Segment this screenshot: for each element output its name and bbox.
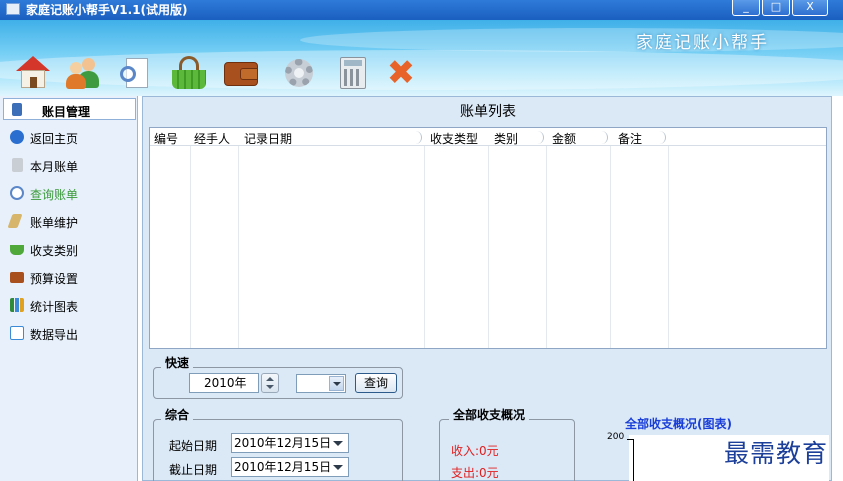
- column-divider: [190, 128, 191, 348]
- sidebar-item-label: 本月账单: [30, 160, 79, 174]
- users-icon[interactable]: [66, 56, 100, 90]
- sidebar-item-monthly-bill[interactable]: 本月账单: [6, 154, 134, 176]
- chart-y-tick-label: 200: [607, 432, 625, 442]
- sidebar-item-label: 收支类别: [30, 244, 79, 258]
- maximize-button[interactable]: □: [762, 0, 790, 16]
- ledger-icon: [12, 103, 22, 116]
- end-date-label: 截止日期: [169, 463, 218, 477]
- bill-table[interactable]: 编号 经手人 记录日期 收支类型 类别 金额 备注: [149, 127, 827, 349]
- calculator-icon[interactable]: [336, 56, 370, 90]
- gear-icon[interactable]: [282, 56, 316, 90]
- basket-icon[interactable]: [172, 56, 206, 90]
- sidebar-item-label: 查询账单: [30, 188, 79, 202]
- sidebar-item-budget[interactable]: 预算设置: [6, 266, 134, 288]
- bill-list-title: 账单列表: [460, 104, 516, 120]
- search-icon[interactable]: [120, 56, 154, 90]
- window-title: 家庭记账小帮手V1.1(试用版): [26, 3, 188, 17]
- sidebar-item-label: 账单维护: [30, 216, 79, 230]
- wallet-icon: [10, 272, 24, 283]
- column-header-id[interactable]: 编号: [154, 130, 178, 147]
- header-separator: [644, 131, 666, 144]
- start-date-picker[interactable]: 2010年12月15日: [231, 433, 349, 453]
- column-header-remark[interactable]: 备注: [618, 130, 642, 147]
- spin-down-icon[interactable]: [266, 385, 274, 389]
- sidebar-item-label: 预算设置: [30, 272, 79, 286]
- column-divider: [238, 128, 239, 348]
- column-header-date[interactable]: 记录日期: [244, 130, 292, 147]
- brand-title: 家庭记账小帮手: [636, 33, 769, 53]
- header-separator: [580, 131, 608, 144]
- sidebar-item-label: 统计图表: [30, 300, 79, 314]
- year-spinner[interactable]: [261, 373, 279, 393]
- main-panel: 账单列表 编号 经手人 记录日期 收支类型 类别 金额 备注 快速 2010年: [142, 96, 832, 481]
- home-icon[interactable]: [16, 56, 50, 90]
- end-date-value: 2010年12月15日: [234, 460, 332, 474]
- chevron-down-icon[interactable]: [333, 465, 343, 470]
- query-button[interactable]: 查询: [355, 373, 397, 393]
- sidebar-item-charts[interactable]: 统计图表: [6, 294, 134, 316]
- expense-total: 支出:0元: [451, 466, 499, 480]
- column-divider: [610, 128, 611, 348]
- start-date-value: 2010年12月15日: [234, 436, 332, 450]
- export-icon: [10, 326, 24, 340]
- month-select[interactable]: [296, 374, 346, 393]
- back-arrow-icon: [10, 130, 24, 144]
- column-header-type[interactable]: 收支类型: [430, 130, 478, 147]
- document-icon: [12, 158, 23, 172]
- sidebar-item-label: 返回主页: [30, 132, 79, 146]
- column-divider: [488, 128, 489, 348]
- column-header-handler[interactable]: 经手人: [194, 130, 230, 147]
- search-icon: [10, 186, 24, 200]
- close-window-button[interactable]: X: [792, 0, 828, 16]
- header-separator: [300, 131, 422, 144]
- wallet-icon[interactable]: [224, 56, 258, 90]
- watermark: 最需教育: [724, 439, 829, 468]
- chart-y-axis: [633, 439, 634, 481]
- toolbar-banner: 家庭记账小帮手 ✖: [0, 20, 843, 96]
- sidebar-item-label: 数据导出: [30, 328, 79, 342]
- header-separator: [520, 131, 544, 144]
- column-divider: [668, 128, 669, 348]
- end-date-picker[interactable]: 2010年12月15日: [231, 457, 349, 477]
- bar-chart-icon: [10, 298, 24, 312]
- exit-icon[interactable]: ✖: [384, 56, 418, 90]
- start-date-label: 起始日期: [169, 439, 218, 453]
- year-input[interactable]: 2010年: [189, 373, 259, 393]
- income-total: 收入:0元: [451, 444, 499, 458]
- sidebar-item-categories[interactable]: 收支类别: [6, 238, 134, 260]
- sidebar-header-label: 账目管理: [42, 105, 91, 119]
- sidebar-item-query-bill[interactable]: 查询账单: [6, 182, 134, 204]
- title-bar: 家庭记账小帮手V1.1(试用版) _ □ X: [0, 0, 843, 20]
- chevron-down-icon[interactable]: [329, 376, 344, 391]
- minimize-button[interactable]: _: [732, 0, 760, 16]
- column-divider: [546, 128, 547, 348]
- spin-up-icon[interactable]: [266, 377, 274, 381]
- combined-search-title: 综合: [161, 406, 194, 423]
- summary-chart-title: 全部收支概况(图表): [625, 417, 732, 431]
- sidebar-item-home[interactable]: 返回主页: [6, 126, 134, 148]
- quick-search-title: 快速: [161, 354, 194, 371]
- basket-icon: [10, 245, 24, 255]
- column-header-category[interactable]: 类别: [494, 130, 518, 147]
- chevron-down-icon[interactable]: [333, 441, 343, 446]
- sidebar-item-export[interactable]: 数据导出: [6, 322, 134, 344]
- chart-y-tick: [627, 439, 633, 440]
- sidebar: 账目管理 返回主页 本月账单 查询账单 账单维护 收支类别 预算设置 统计图表 …: [0, 96, 138, 481]
- column-divider: [424, 128, 425, 348]
- sidebar-header: 账目管理: [3, 98, 136, 120]
- table-header: 编号 经手人 记录日期 收支类型 类别 金额 备注: [150, 128, 826, 147]
- summary-title: 全部收支概况: [449, 406, 530, 423]
- sidebar-item-bill-maintenance[interactable]: 账单维护: [6, 210, 134, 232]
- app-icon: [6, 3, 20, 15]
- column-header-amount[interactable]: 金额: [552, 130, 576, 147]
- edit-icon: [7, 214, 23, 228]
